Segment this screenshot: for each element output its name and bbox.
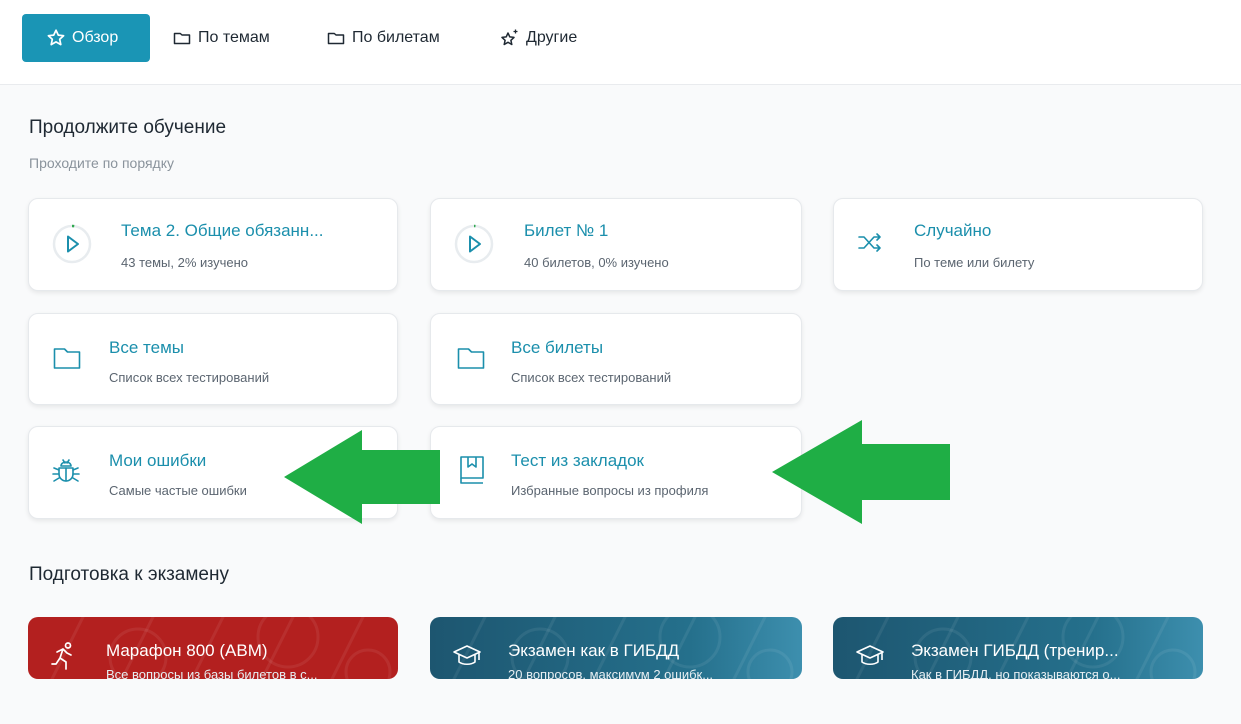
folder-icon — [457, 348, 485, 369]
play-progress-icon — [52, 224, 92, 264]
sparkle-star-icon — [500, 28, 520, 48]
card-subtitle: Список всех тестирований — [109, 370, 270, 385]
card-title: Экзамен ГИБДД (тренир... — [911, 641, 1119, 660]
marathon-card[interactable]: Марафон 800 (ABM) Все вопросы из базы би… — [28, 617, 398, 679]
card-subtitle: По теме или билету — [914, 255, 1035, 270]
play-progress-icon — [454, 224, 494, 264]
card-title: Тема 2. Общие обязанн... — [121, 221, 324, 240]
card-title: Экзамен как в ГИБДД — [508, 641, 680, 660]
card-subtitle: Избранные вопросы из профиля — [511, 483, 709, 498]
shuffle-icon — [858, 233, 881, 252]
tab-other-label: Другие — [526, 29, 578, 46]
bookmark-book-icon — [460, 456, 484, 484]
gibdd-training-exam-card[interactable]: Экзамен ГИБДД (тренир... Как в ГИБДД, но… — [833, 617, 1203, 679]
green-arrow — [772, 420, 950, 524]
all-topics-card[interactable]: Все темы Список всех тестирований — [28, 313, 398, 405]
folder-icon — [53, 348, 81, 369]
star-icon — [46, 28, 66, 48]
green-arrow — [284, 430, 440, 524]
card-subtitle: Как в ГИБДД, но показываются о... — [911, 667, 1121, 679]
gibdd-exam-card[interactable]: Экзамен как в ГИБДД 20 вопросов, максиму… — [430, 617, 802, 679]
graduation-cap-icon — [453, 645, 481, 666]
card-title: Все билеты — [511, 338, 604, 357]
tab-by-topics-label: По темам — [198, 29, 270, 46]
random-card[interactable]: Случайно По теме или билету — [833, 198, 1203, 291]
continue-section-subtitle: Проходите по порядку — [29, 155, 175, 171]
tab-overview[interactable]: Обзор — [22, 14, 150, 62]
card-title: Тест из закладок — [511, 451, 644, 470]
tab-overview-label: Обзор — [72, 29, 119, 46]
tab-other[interactable]: Другие — [500, 14, 577, 62]
card-subtitle: 20 вопросов, максимум 2 ошибк... — [508, 667, 714, 679]
card-subtitle: Список всех тестирований — [511, 370, 672, 385]
bug-icon — [52, 459, 80, 482]
bookmarks-test-card[interactable]: Тест из закладок Избранные вопросы из пр… — [430, 426, 802, 519]
card-subtitle: 43 темы, 2% изучено — [121, 255, 249, 270]
card-title: Все темы — [109, 338, 184, 357]
running-icon — [51, 642, 72, 670]
card-subtitle: 40 билетов, 0% изучено — [524, 255, 669, 270]
card-subtitle: Все вопросы из базы билетов в с... — [106, 667, 318, 679]
tab-by-topics[interactable]: По темам — [172, 14, 270, 62]
card-subtitle: Самые частые ошибки — [109, 483, 247, 498]
top-nav-bar: Обзор По темам По билетам Другие — [0, 0, 1241, 85]
card-title: Марафон 800 (ABM) — [106, 641, 268, 660]
card-title: Мои ошибки — [109, 451, 207, 470]
folder-icon — [326, 28, 346, 48]
folder-icon — [172, 28, 192, 48]
continue-topic-card[interactable]: Тема 2. Общие обязанн... 43 темы, 2% изу… — [28, 198, 398, 291]
exam-section-title: Подготовка к экзамену — [29, 564, 229, 585]
tab-by-tickets[interactable]: По билетам — [326, 14, 440, 62]
continue-section-title: Продолжите обучение — [29, 117, 227, 138]
tab-by-tickets-label: По билетам — [352, 29, 440, 46]
card-title: Случайно — [914, 221, 992, 240]
graduation-cap-icon — [856, 645, 884, 666]
card-title: Билет № 1 — [524, 221, 609, 240]
continue-ticket-card[interactable]: Билет № 1 40 билетов, 0% изучено — [430, 198, 802, 291]
all-tickets-card[interactable]: Все билеты Список всех тестирований — [430, 313, 802, 405]
